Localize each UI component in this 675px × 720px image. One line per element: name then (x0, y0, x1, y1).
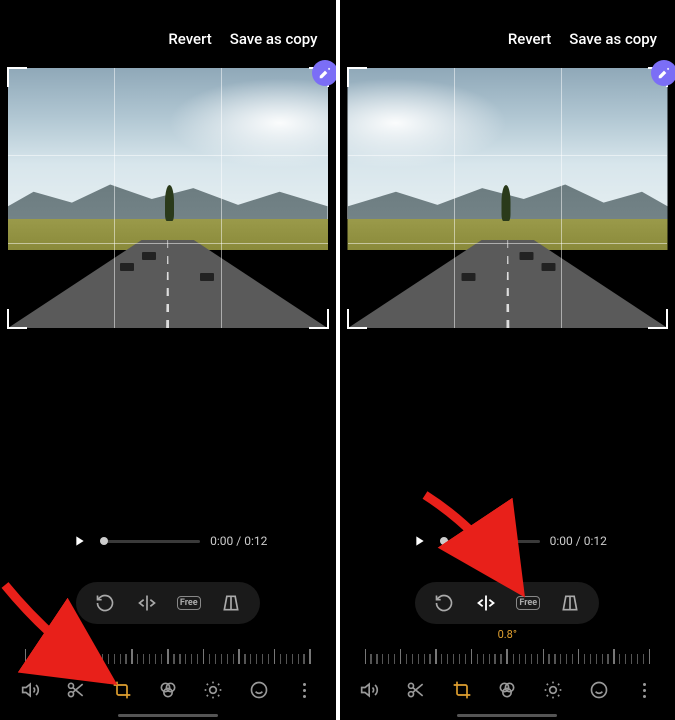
transform-toolbar: Free (415, 582, 599, 624)
time-display: 0:00 / 0:12 (210, 534, 267, 548)
revert-button[interactable]: Revert (168, 30, 211, 48)
aspect-free-icon[interactable]: Free (517, 592, 539, 614)
more-icon[interactable] (293, 678, 317, 702)
volume-icon[interactable] (19, 678, 43, 702)
brightness-icon[interactable] (201, 678, 225, 702)
play-icon[interactable] (408, 530, 430, 552)
playback-bar: 0:00 / 0:12 (340, 530, 675, 552)
revert-button[interactable]: Revert (508, 30, 551, 48)
magic-edit-icon[interactable] (651, 60, 675, 86)
perspective-icon[interactable] (559, 592, 581, 614)
home-indicator[interactable] (118, 714, 218, 717)
screen-left: Revert Save as copy 0:00 / 0: (0, 0, 336, 720)
flip-horizontal-icon[interactable] (136, 592, 158, 614)
aspect-free-icon[interactable]: Free (178, 592, 200, 614)
crop-handle-br[interactable] (309, 309, 329, 329)
crop-handle-tl[interactable] (347, 67, 367, 87)
rotate-icon[interactable] (433, 592, 455, 614)
magic-edit-icon[interactable] (312, 60, 336, 86)
filter-icon[interactable] (156, 678, 180, 702)
save-as-copy-button[interactable]: Save as copy (569, 30, 657, 48)
time-display: 0:00 / 0:12 (550, 534, 607, 548)
rotation-ruler[interactable] (25, 640, 311, 664)
video-preview (8, 68, 328, 328)
top-bar: Revert Save as copy (340, 0, 675, 68)
bottom-toolbar (340, 678, 675, 702)
crop-frame[interactable] (8, 68, 328, 328)
crop-icon[interactable] (450, 678, 474, 702)
crop-handle-bl[interactable] (347, 309, 367, 329)
trim-icon[interactable] (64, 678, 88, 702)
flip-horizontal-icon[interactable] (475, 592, 497, 614)
side-by-side-comparison: Revert Save as copy 0:00 / 0: (0, 0, 675, 720)
perspective-icon[interactable] (220, 592, 242, 614)
crop-handle-bl[interactable] (7, 309, 27, 329)
video-preview (348, 68, 668, 328)
screen-right: Revert Save as copy 0:00 / 0: (340, 0, 675, 720)
top-bar: Revert Save as copy (0, 0, 336, 68)
progress-slider[interactable] (100, 540, 200, 543)
emoji-icon[interactable] (247, 678, 271, 702)
crop-icon[interactable] (110, 678, 134, 702)
crop-handle-br[interactable] (648, 309, 668, 329)
transform-toolbar: Free (76, 582, 260, 624)
rotation-ruler[interactable] (365, 640, 651, 664)
bottom-toolbar (0, 678, 336, 702)
brightness-icon[interactable] (541, 678, 565, 702)
play-icon[interactable] (68, 530, 90, 552)
progress-slider[interactable] (440, 540, 540, 543)
rotate-icon[interactable] (94, 592, 116, 614)
crop-frame[interactable] (348, 68, 668, 328)
save-as-copy-button[interactable]: Save as copy (230, 30, 318, 48)
home-indicator[interactable] (457, 714, 557, 717)
volume-icon[interactable] (358, 678, 382, 702)
more-icon[interactable] (632, 678, 656, 702)
crop-handle-tl[interactable] (7, 67, 27, 87)
filter-icon[interactable] (495, 678, 519, 702)
trim-icon[interactable] (404, 678, 428, 702)
playback-bar: 0:00 / 0:12 (0, 530, 336, 552)
emoji-icon[interactable] (587, 678, 611, 702)
